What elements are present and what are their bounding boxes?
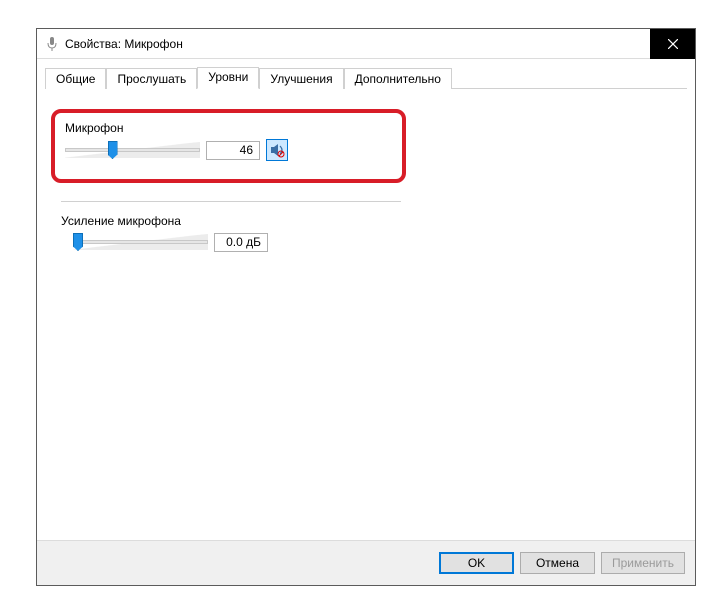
properties-window: Свойства: Микрофон Общие Прослушать Уров… xyxy=(36,28,696,586)
apply-button[interactable]: Применить xyxy=(601,552,685,574)
tab-strip: Общие Прослушать Уровни Улучшения Дополн… xyxy=(45,67,687,89)
tab-general[interactable]: Общие xyxy=(45,68,106,89)
tab-enhancements[interactable]: Улучшения xyxy=(259,68,343,89)
microphone-boost-group: Усиление микрофона 0.0 дБ xyxy=(51,214,391,252)
microphone-slider-row: 46 xyxy=(65,139,392,161)
microphone-icon xyxy=(45,37,59,51)
boost-label: Усиление микрофона xyxy=(61,214,391,228)
mute-button[interactable] xyxy=(266,139,288,161)
close-button[interactable] xyxy=(650,29,695,59)
window-title: Свойства: Микрофон xyxy=(65,37,183,51)
boost-slider[interactable] xyxy=(73,232,208,252)
boost-slider-row: 0.0 дБ xyxy=(61,232,391,252)
tab-content: Микрофон 46 xyxy=(37,89,695,540)
microphone-label: Микрофон xyxy=(65,121,392,135)
cancel-button[interactable]: Отмена xyxy=(520,552,595,574)
titlebar: Свойства: Микрофон xyxy=(37,29,695,59)
microphone-slider[interactable] xyxy=(65,140,200,160)
tab-listen[interactable]: Прослушать xyxy=(106,68,197,89)
close-icon xyxy=(668,39,678,49)
tab-levels[interactable]: Уровни xyxy=(197,67,259,89)
speaker-icon xyxy=(269,142,285,158)
highlight-annotation: Микрофон 46 xyxy=(51,109,406,183)
microphone-value[interactable]: 46 xyxy=(206,141,260,160)
boost-value[interactable]: 0.0 дБ xyxy=(214,233,268,252)
tab-advanced[interactable]: Дополнительно xyxy=(344,68,452,89)
ok-button[interactable]: OK xyxy=(439,552,514,574)
dialog-footer: OK Отмена Применить xyxy=(37,540,695,585)
microphone-level-group: Микрофон 46 xyxy=(65,121,392,161)
divider xyxy=(61,201,401,202)
